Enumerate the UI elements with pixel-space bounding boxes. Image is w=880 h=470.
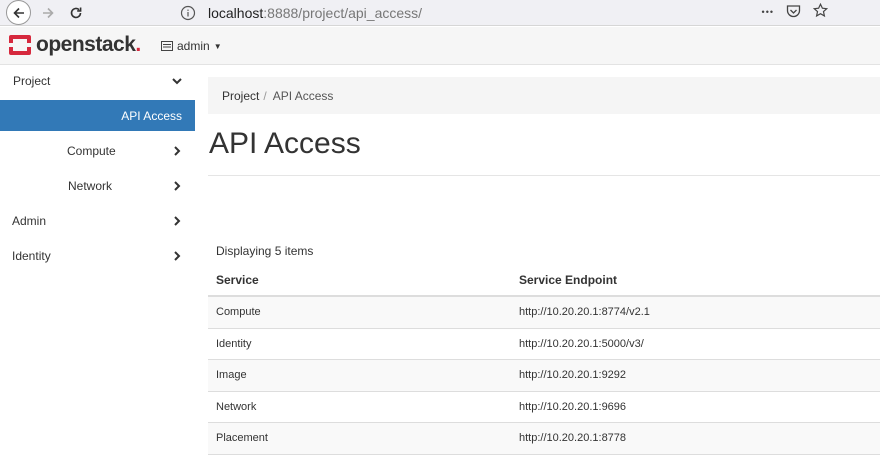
cell-endpoint: http://10.20.20.1:8778	[519, 432, 627, 445]
services-table: Service Service Endpoint Compute http://…	[208, 265, 880, 455]
page-actions: •••	[762, 2, 829, 21]
sidebar: Project API Access Compute Network Admin…	[0, 65, 195, 470]
table-header: Service Service Endpoint	[208, 265, 880, 297]
openstack-logo-icon	[9, 35, 31, 55]
logo-text: openstack.	[36, 33, 141, 56]
url-path: :8888/project/api_access/	[263, 5, 423, 21]
caret-down-icon: ▼	[213, 41, 222, 51]
browser-toolbar: localhost:8888/project/api_access/ •••	[0, 0, 880, 26]
chevron-right-icon	[174, 180, 181, 191]
sidebar-item-label: Compute	[67, 143, 116, 158]
sidebar-item-api-access[interactable]: API Access	[0, 100, 195, 131]
project-menu-button[interactable]: admin ▼	[161, 39, 222, 53]
table-row: Identity http://10.20.20.1:5000/v3/	[208, 329, 880, 360]
cell-endpoint: http://10.20.20.1:5000/v3/	[519, 337, 644, 350]
sidebar-item-network[interactable]: Network	[0, 168, 195, 203]
breadcrumb-separator: /	[263, 88, 267, 103]
url-host: localhost	[208, 5, 264, 21]
back-arrow-icon[interactable]	[6, 0, 31, 25]
table-row: Placement http://10.20.20.1:8778	[208, 423, 880, 455]
column-header-service[interactable]: Service	[208, 273, 519, 287]
cell-service: Identity	[216, 337, 252, 350]
reload-icon[interactable]	[64, 1, 88, 25]
app-header: openstack. admin ▼	[0, 27, 880, 65]
pocket-icon[interactable]	[786, 4, 801, 21]
column-header-endpoint[interactable]: Service Endpoint	[519, 273, 880, 287]
forward-arrow-icon[interactable]	[36, 1, 60, 25]
cell-service: Image	[216, 369, 247, 382]
title-divider	[208, 175, 880, 176]
page-title: API Access	[209, 127, 361, 160]
cell-service: Placement	[216, 432, 268, 445]
breadcrumb-project[interactable]: Project	[222, 89, 259, 103]
table-row: Compute http://10.20.20.1:8774/v2.1	[208, 297, 880, 329]
sidebar-item-label: Network	[68, 178, 113, 193]
sidebar-item-identity[interactable]: Identity	[0, 238, 195, 273]
page-actions-menu[interactable]: •••	[762, 7, 774, 17]
sidebar-item-label: API Access	[121, 109, 182, 123]
address-bar[interactable]: localhost:8888/project/api_access/	[180, 2, 840, 24]
sidebar-item-compute[interactable]: Compute	[0, 133, 195, 168]
chevron-right-icon	[174, 215, 181, 226]
breadcrumb: Project / API Access	[208, 77, 880, 114]
project-menu-label: admin	[177, 39, 210, 53]
table-row: Network http://10.20.20.1:9696	[208, 392, 880, 423]
sidebar-item-label: Admin	[12, 213, 47, 228]
project-menu-icon	[161, 41, 173, 51]
sidebar-item-label: Project	[13, 74, 51, 88]
sidebar-item-admin[interactable]: Admin	[0, 203, 195, 238]
item-count: Displaying 5 items	[216, 244, 314, 258]
chevron-right-icon	[174, 145, 181, 156]
cell-endpoint: http://10.20.20.1:9292	[519, 369, 627, 382]
sidebar-item-label: Identity	[12, 248, 51, 263]
cell-service: Compute	[216, 306, 261, 319]
table-row: Image http://10.20.20.1:9292	[208, 360, 880, 392]
chevron-down-icon	[172, 78, 182, 85]
info-icon[interactable]	[180, 5, 196, 21]
cell-endpoint: http://10.20.20.1:9696	[519, 400, 627, 413]
chevron-right-icon	[174, 250, 181, 261]
sidebar-item-project[interactable]: Project	[0, 65, 195, 100]
openstack-logo[interactable]: openstack.	[8, 33, 141, 57]
breadcrumb-current: API Access	[272, 88, 334, 103]
cell-service: Network	[216, 400, 257, 413]
star-icon[interactable]	[812, 2, 829, 21]
cell-endpoint: http://10.20.20.1:8774/v2.1	[519, 306, 650, 319]
